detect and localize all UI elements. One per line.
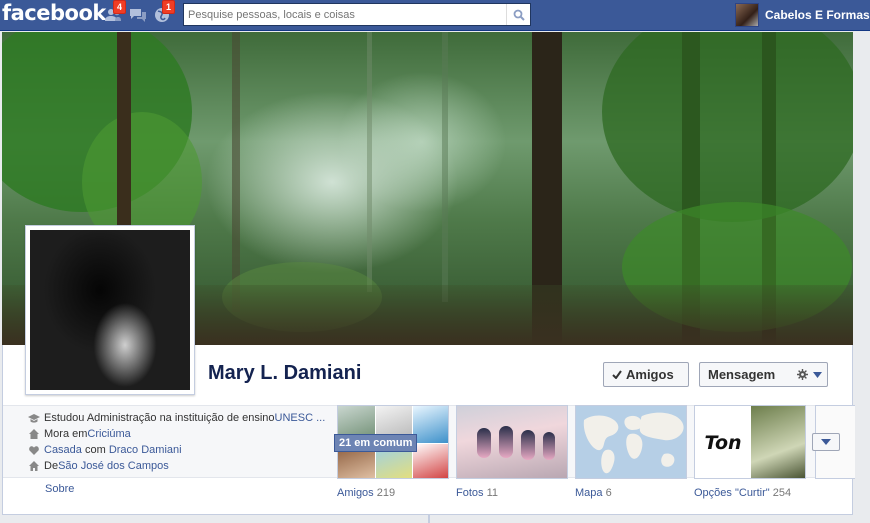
map-tile-label[interactable]: Mapa 6 [575, 487, 612, 499]
message-button-group: Mensagem [699, 362, 828, 387]
top-bar: facebook 4 1 Cabelos E Formas [0, 0, 870, 31]
home-icon [28, 461, 40, 471]
hometown-link[interactable]: São José dos Campos [58, 460, 169, 472]
friends-button-label: Amigos [626, 367, 674, 382]
relationship-status-link[interactable]: Casada [44, 444, 82, 456]
hometown-row: De São José dos Campos [28, 458, 325, 474]
checkmark-icon [612, 370, 622, 379]
friend-thumbnail [413, 406, 448, 443]
chevron-down-icon [821, 439, 831, 445]
search-icon [513, 9, 525, 21]
settings-dropdown[interactable] [791, 369, 828, 380]
gear-icon [797, 369, 809, 380]
map-tile[interactable] [575, 405, 687, 479]
account-name: Cabelos E Formas [765, 8, 870, 22]
profile-name[interactable]: Mary L. Damiani [208, 362, 361, 385]
relationship-row: Casada com Draco Damiani [28, 442, 325, 458]
notifications-jewel[interactable]: 1 [152, 0, 176, 24]
friends-tile-label[interactable]: Amigos 219 [337, 487, 395, 499]
photos-tile[interactable] [456, 405, 568, 479]
search-button[interactable] [506, 4, 530, 25]
likes-tile-logo: Ton [704, 432, 742, 454]
friends-button[interactable]: Amigos [603, 362, 689, 387]
graduation-cap-icon [28, 413, 40, 423]
chevron-down-icon [813, 371, 823, 378]
likes-tile[interactable]: Ton [694, 405, 806, 479]
facebook-logo[interactable]: facebook [2, 1, 106, 25]
message-button[interactable]: Mensagem [700, 367, 783, 382]
search-input[interactable] [184, 4, 506, 25]
world-map-icon [583, 412, 684, 474]
friend-thumbnail [413, 444, 448, 478]
likes-tile-label[interactable]: Opções "Curtir" 254 [694, 487, 791, 499]
heart-icon [28, 445, 40, 455]
mutual-friends-badge[interactable]: 21 em comum [334, 434, 418, 452]
profile-picture[interactable] [25, 225, 195, 395]
photos-tile-label[interactable]: Fotos 11 [456, 487, 498, 499]
account-avatar [735, 3, 759, 27]
about-link[interactable]: Sobre [45, 483, 74, 495]
school-link[interactable]: UNESC ... [275, 412, 326, 424]
house-icon [28, 429, 40, 439]
notifications-badge: 1 [162, 0, 176, 14]
more-sections-button[interactable] [812, 433, 840, 451]
friend-requests-badge: 4 [113, 0, 127, 14]
profile-about-list: Estudou Administração na instituição de … [28, 410, 325, 474]
lives-in-row: Mora em Criciúma [28, 426, 325, 442]
education-row: Estudou Administração na instituição de … [28, 410, 325, 426]
account-link[interactable]: Cabelos E Formas [735, 3, 870, 27]
timeline-divider [428, 515, 430, 523]
spouse-link[interactable]: Draco Damiani [109, 444, 182, 456]
friend-requests-jewel[interactable]: 4 [103, 0, 127, 24]
profile-photo [30, 230, 190, 390]
messages-jewel[interactable] [128, 6, 148, 24]
search-box [183, 3, 531, 26]
current-city-link[interactable]: Criciúma [87, 428, 130, 440]
messages-icon [130, 9, 146, 22]
